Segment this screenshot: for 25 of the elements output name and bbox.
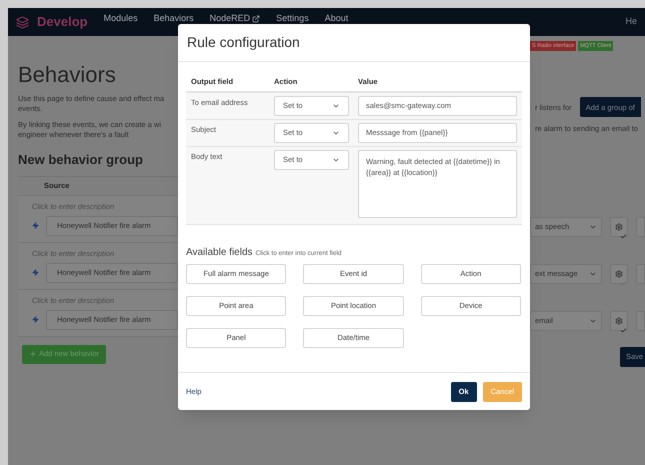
external-link-icon — [252, 15, 260, 23]
chevron-icon — [332, 102, 340, 110]
lightning-icon — [32, 222, 39, 230]
group-title: New behavior group — [18, 151, 144, 169]
lightning-icon — [32, 316, 39, 324]
dialog-title: Rule configuration — [178, 24, 530, 62]
settings-icon — [614, 270, 623, 278]
logo-icon — [16, 16, 29, 28]
section-title: Available fields — [186, 246, 253, 260]
nav-link[interactable]: Settings — [276, 12, 309, 26]
nav-link[interactable]: About — [324, 12, 348, 26]
chevron-icon — [332, 129, 340, 137]
lightning-icon — [32, 269, 39, 276]
page-title: Behaviors — [18, 64, 117, 86]
user-link[interactable]: He — [625, 15, 637, 29]
nav-link[interactable]: NodeRED — [210, 12, 260, 26]
settings-icon — [614, 316, 623, 324]
nav-link[interactable]: Modules — [104, 12, 138, 26]
settings-button[interactable] — [610, 264, 628, 284]
plus-icon — [29, 350, 37, 358]
nav-link[interactable]: Behaviors — [154, 12, 194, 26]
settings-button[interactable] — [610, 216, 628, 236]
settings-button[interactable] — [610, 310, 628, 330]
settings-icon — [614, 222, 623, 230]
chevron-icon — [332, 156, 340, 164]
